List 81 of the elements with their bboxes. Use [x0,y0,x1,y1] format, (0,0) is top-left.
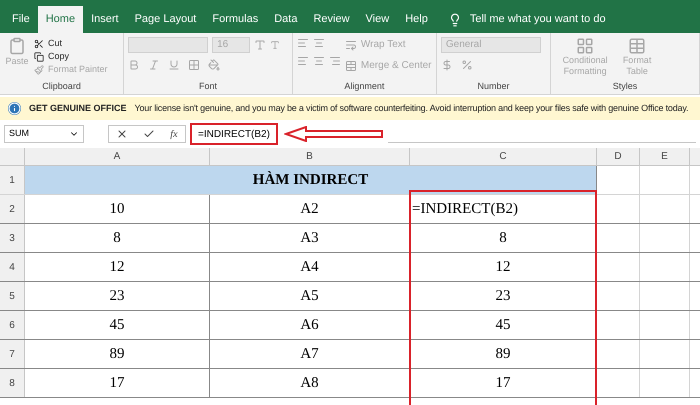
cut-button[interactable]: Cut [34,37,108,50]
table-cell: 23 [410,282,597,310]
ribbon-tab[interactable]: Formulas [204,6,266,33]
align-left-icon[interactable] [296,55,309,67]
column-header[interactable]: D [597,148,640,165]
table-cell: 8 [25,224,210,252]
group-label: Styles [612,80,638,93]
group-label: Number [476,80,510,93]
table-cell: 89 [410,340,597,368]
row-header[interactable]: 8 [0,369,25,397]
table-cell: A2 [210,195,410,223]
fill-color-icon[interactable] [208,59,220,71]
row-header[interactable]: 4 [0,253,25,281]
info-icon [8,102,21,115]
table-cell: A4 [210,253,410,281]
grow-font-icon[interactable] [254,39,266,51]
row-header[interactable]: 7 [0,340,25,368]
group-label: Font [198,80,218,93]
wrap-text-icon [344,38,357,50]
table-cell: A3 [210,224,410,252]
copy-icon [34,52,44,62]
enter-icon[interactable] [143,128,156,140]
name-box[interactable]: SUM [4,125,84,143]
table-cell: 10 [25,195,210,223]
merge-cells-icon [344,60,357,72]
message-title: GET GENUINE OFFICE [29,102,127,115]
group-label: Clipboard [41,80,82,93]
ribbon-tab[interactable]: Help [397,6,436,33]
table-cell: A8 [210,369,410,397]
paintbrush-icon [34,64,44,74]
table-cell: 17 [25,369,210,397]
merged-title-cell: HÀM INDIRECT [25,166,597,194]
ribbon-tab[interactable]: Page Layout [126,6,204,33]
shrink-font-icon[interactable] [270,40,280,50]
column-header[interactable]: A [25,148,210,165]
copy-button[interactable]: Copy [34,50,108,63]
row-header[interactable]: 3 [0,224,25,252]
table-cell: 89 [25,340,210,368]
group-label: Alignment [343,80,386,93]
table-icon [628,37,646,55]
table-cell: A6 [210,311,410,339]
tell-me-search[interactable]: Tell me what you want to do [462,6,614,33]
ribbon-tab[interactable]: Insert [83,6,127,33]
table-cell: 23 [25,282,210,310]
ribbon-tab[interactable]: View [358,6,398,33]
ribbon-tab[interactable]: File [4,6,38,33]
table-cell: 45 [25,311,210,339]
row-header[interactable]: 1 [0,166,25,194]
italic-icon[interactable] [148,59,160,71]
underline-icon[interactable] [168,59,180,71]
percent-icon[interactable] [460,59,473,71]
ribbon-tab[interactable]: Data [266,6,306,33]
currency-icon[interactable] [440,59,453,71]
row-header[interactable]: 6 [0,311,25,339]
clipboard-icon [8,37,26,55]
column-header[interactable]: B [210,148,410,165]
align-right-icon[interactable] [328,55,341,67]
scissors-icon [34,38,44,48]
table-cell: A5 [210,282,410,310]
message-text: Your license isn't genuine, and you may be a victim of software counterfeiting. Avoid interruption and keep your files safe with genuine Office today. [134,102,688,115]
ribbon-tab[interactable]: Home [38,6,84,33]
cancel-icon[interactable] [116,128,128,140]
column-header[interactable]: C [410,148,597,165]
borders-icon[interactable] [188,59,200,71]
table-cell: 45 [410,311,597,339]
column-header[interactable]: E [640,148,690,165]
table-cell: 12 [410,253,597,281]
insert-function-icon[interactable]: fx [170,126,178,142]
grid-icon [576,37,594,55]
table-cell: 8 [410,224,597,252]
formula-cell: =INDIRECT(B2) [410,195,597,223]
bold-icon[interactable] [128,59,140,71]
table-cell: 12 [25,253,210,281]
align-center-icon[interactable] [312,55,325,67]
formula-field[interactable]: =INDIRECT(B2) [190,123,278,145]
table-cell: A7 [210,340,410,368]
table-cell: 17 [410,369,597,397]
row-header[interactable]: 5 [0,282,25,310]
ribbon-tab[interactable]: Review [305,6,358,33]
row-header[interactable]: 2 [0,195,25,223]
font-name-field[interactable] [128,37,208,53]
